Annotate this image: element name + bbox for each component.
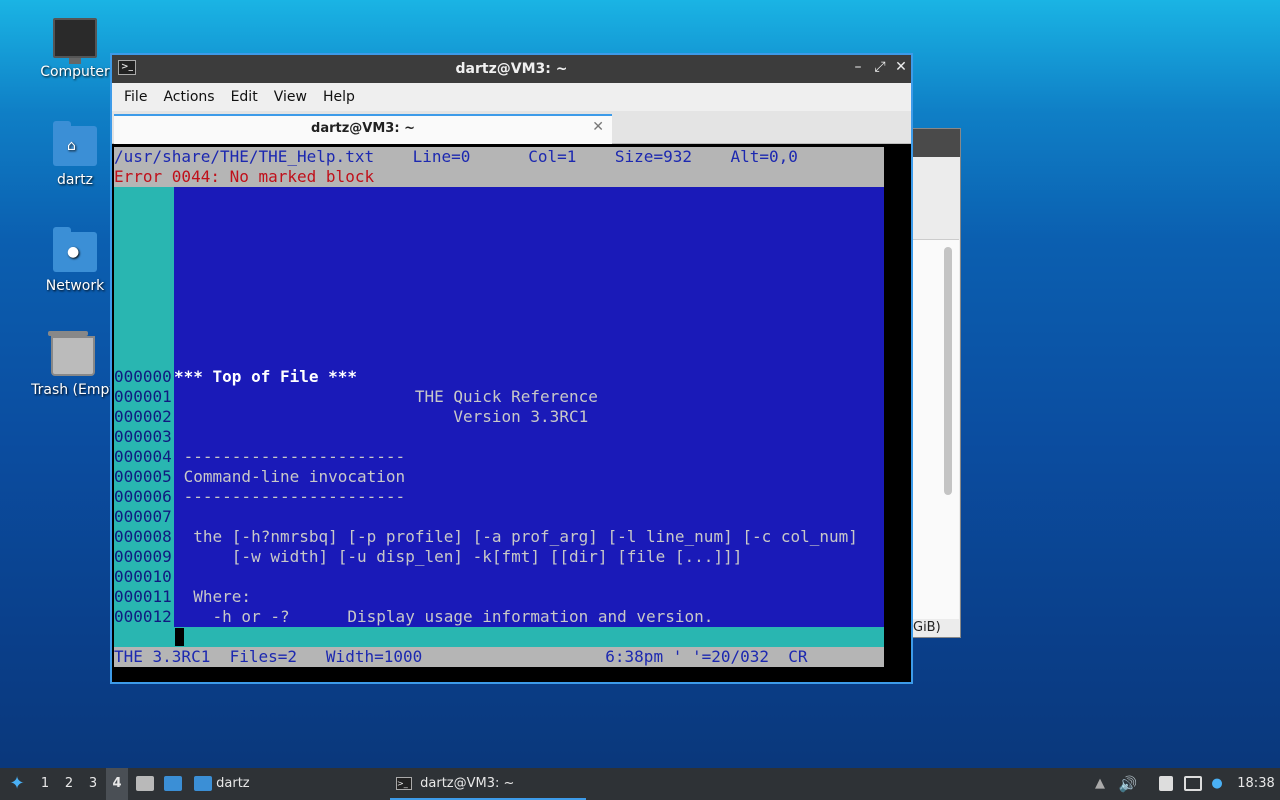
maximize-button[interactable]: ⤢ bbox=[872, 59, 888, 75]
menu-bar: File Actions Edit View Help bbox=[112, 83, 911, 111]
file-line[interactable]: Version 3.3RC1 bbox=[174, 407, 884, 427]
desktop-icon-label: Trash (Empt bbox=[31, 382, 115, 398]
desktop-icon-label: Network bbox=[45, 278, 105, 294]
file-line[interactable]: Command-line invocation bbox=[174, 467, 884, 487]
window-title: dartz@VM3: ~ bbox=[455, 61, 568, 77]
clock[interactable]: 18:38 bbox=[1236, 768, 1276, 800]
prefix-number: 000004 bbox=[114, 447, 172, 466]
background-window-text: GiB) bbox=[913, 620, 941, 635]
file-manager-launcher[interactable] bbox=[134, 768, 156, 800]
computer-icon bbox=[53, 18, 97, 64]
menu-help[interactable]: Help bbox=[315, 83, 363, 111]
prefix-number: 000007 bbox=[114, 507, 172, 526]
workspace-4[interactable]: 4 bbox=[106, 768, 128, 800]
menu-edit[interactable]: Edit bbox=[223, 83, 266, 111]
clipboard-shape bbox=[1159, 776, 1173, 791]
background-window-scrollbar[interactable] bbox=[944, 247, 952, 495]
terminal-window[interactable]: >_ dartz@VM3: ~ – ⤢ ✕ File Actions Edit … bbox=[110, 53, 913, 684]
prefix-number: 000003 bbox=[114, 427, 172, 446]
file-line[interactable]: ----------------------- bbox=[174, 447, 884, 467]
file-line[interactable]: the [-h?nmrsbq] [-p profile] [-a prof_ar… bbox=[174, 527, 884, 547]
clipboard-icon[interactable] bbox=[1156, 768, 1176, 800]
show-desktop-launcher[interactable] bbox=[162, 768, 184, 800]
prefix-number: 000006 bbox=[114, 487, 172, 506]
editor-status-line: /usr/share/THE/THE_Help.txt Line=0 Col=1… bbox=[114, 147, 884, 167]
background-window-titlebar[interactable] bbox=[913, 129, 960, 157]
file-line[interactable] bbox=[174, 567, 884, 587]
window-titlebar[interactable]: >_ dartz@VM3: ~ – ⤢ ✕ bbox=[112, 55, 911, 83]
minimize-button[interactable]: – bbox=[850, 59, 866, 75]
editor-body[interactable]: 000000 000001 000002 000003 000004 00000… bbox=[114, 187, 884, 627]
file-line[interactable] bbox=[174, 507, 884, 527]
home-folder-icon: ⌂ bbox=[53, 121, 97, 166]
network-folder-icon: ● bbox=[53, 227, 97, 272]
file-line[interactable]: THE Quick Reference bbox=[174, 387, 884, 407]
folder-icon bbox=[194, 776, 212, 791]
menu-actions[interactable]: Actions bbox=[155, 83, 222, 111]
trash-icon bbox=[48, 331, 95, 376]
taskbar-task-terminal[interactable]: >_ dartz@VM3: ~ bbox=[390, 768, 586, 800]
background-window-panel bbox=[913, 239, 959, 619]
close-button[interactable]: ✕ bbox=[893, 59, 909, 75]
menu-file[interactable]: File bbox=[116, 83, 155, 111]
prefix-number: 000005 bbox=[114, 467, 172, 486]
tray-up-arrow-icon[interactable]: ▲ bbox=[1092, 768, 1108, 800]
network-tray-icon[interactable] bbox=[1182, 768, 1204, 800]
prefix-number: 000011 bbox=[114, 587, 172, 606]
file-manager-icon bbox=[136, 776, 154, 791]
desktop-icon-network[interactable]: ● Network bbox=[30, 227, 120, 294]
file-line[interactable]: ----------------------- bbox=[174, 487, 884, 507]
desktop-icon-label: dartz bbox=[56, 172, 94, 188]
folder-launcher[interactable]: dartz bbox=[194, 768, 264, 800]
file-line[interactable]: Where: bbox=[174, 587, 884, 607]
menu-view[interactable]: View bbox=[266, 83, 315, 111]
terminal-content[interactable]: /usr/share/THE/THE_Help.txt Line=0 Col=1… bbox=[114, 147, 884, 668]
folder-launcher-label: dartz bbox=[216, 776, 250, 791]
prefix-number: 000010 bbox=[114, 567, 172, 586]
workspace-2[interactable]: 2 bbox=[58, 768, 80, 800]
prefix-number: 000001 bbox=[114, 387, 172, 406]
file-line[interactable]: -h or -? Display usage information and v… bbox=[174, 607, 884, 627]
volume-icon[interactable]: 🔊 bbox=[1118, 768, 1138, 800]
workspace-3[interactable]: 3 bbox=[82, 768, 104, 800]
editor-error-line: Error 0044: No marked block bbox=[114, 167, 884, 187]
tab-label: dartz@VM3: ~ bbox=[311, 121, 415, 136]
desktop-icon-trash[interactable]: Trash (Empt bbox=[28, 331, 118, 398]
editor-bottom-status: THE 3.3RC1 Files=2 Width=1000 6:38pm ' '… bbox=[114, 647, 884, 667]
tab-terminal[interactable]: dartz@VM3: ~ ✕ bbox=[114, 114, 612, 144]
workspace-1[interactable]: 1 bbox=[34, 768, 56, 800]
updates-icon[interactable]: ● bbox=[1208, 768, 1226, 800]
terminal-icon: >_ bbox=[396, 777, 412, 790]
start-menu-button[interactable]: ✦ bbox=[6, 768, 28, 800]
prefix-number: 000000 bbox=[114, 367, 172, 386]
task-label: dartz@VM3: ~ bbox=[420, 776, 515, 791]
background-window[interactable]: GiB) bbox=[912, 128, 961, 638]
prefix-number: 000002 bbox=[114, 407, 172, 426]
file-lines[interactable]: *** Top of File *** THE Quick Reference … bbox=[174, 367, 884, 627]
taskbar: ✦ 1 2 3 4 dartz >_ dartz@VM3: ~ ▲ 🔊 ● 18… bbox=[0, 768, 1280, 800]
prefix-number: 000008 bbox=[114, 527, 172, 546]
desktop-icon-computer[interactable]: Computer bbox=[30, 18, 120, 80]
file-line[interactable] bbox=[174, 427, 884, 447]
tab-bar: dartz@VM3: ~ ✕ bbox=[112, 111, 911, 144]
prefix-number: 000009 bbox=[114, 547, 172, 566]
command-line[interactable]: ====> bbox=[114, 627, 884, 647]
desktop-icon-label: Computer bbox=[40, 64, 110, 80]
text-cursor bbox=[175, 628, 184, 646]
prefix-number: 000012 bbox=[114, 607, 172, 626]
network-shape bbox=[1184, 776, 1202, 791]
desktop-icon bbox=[164, 776, 182, 791]
prefix-lines: 000000 000001 000002 000003 000004 00000… bbox=[114, 367, 174, 627]
desktop-icon-home[interactable]: ⌂ dartz bbox=[30, 121, 120, 188]
file-line[interactable]: *** Top of File *** bbox=[174, 367, 884, 387]
file-line[interactable]: [-w width] [-u disp_len] -k[fmt] [[dir] … bbox=[174, 547, 884, 567]
tab-close-icon[interactable]: ✕ bbox=[592, 119, 604, 135]
